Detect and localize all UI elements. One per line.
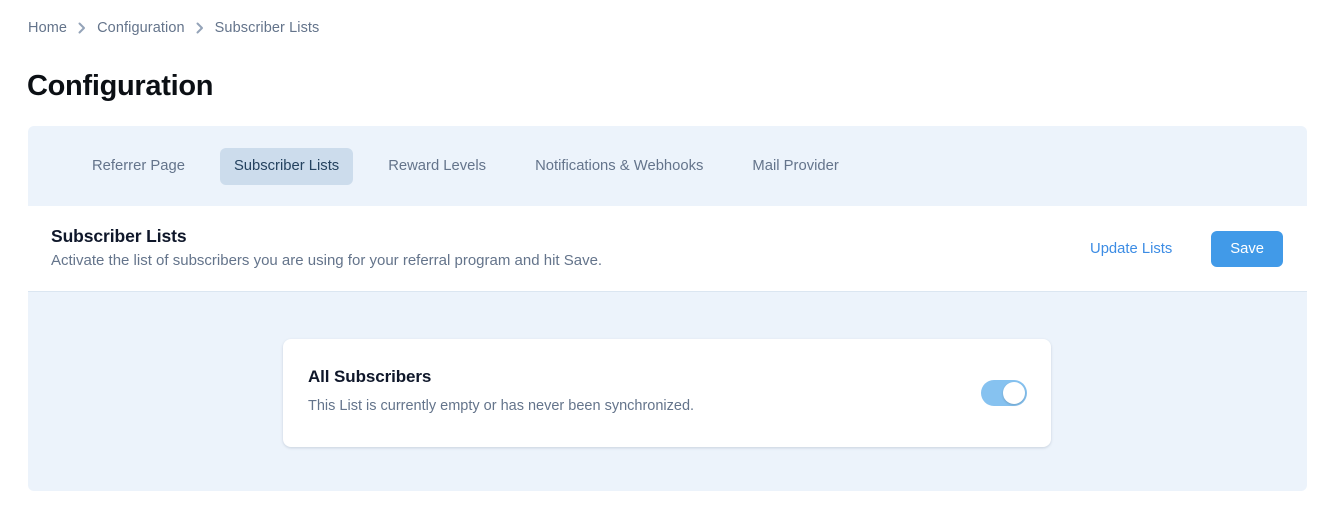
chevron-right-icon bbox=[78, 22, 86, 34]
breadcrumb: Home Configuration Subscriber Lists bbox=[28, 20, 319, 36]
list-item: All Subscribers This List is currently e… bbox=[283, 339, 1051, 447]
list-status-text: This List is currently empty or has neve… bbox=[308, 398, 695, 414]
tab-mail-provider[interactable]: Mail Provider bbox=[738, 148, 852, 185]
tab-reward-levels[interactable]: Reward Levels bbox=[374, 148, 500, 185]
list-activation-toggle[interactable] bbox=[981, 380, 1027, 406]
breadcrumb-item-configuration[interactable]: Configuration bbox=[97, 20, 185, 36]
section-actions: Update Lists Save bbox=[1090, 206, 1283, 292]
tab-bar: Referrer Page Subscriber Lists Reward Le… bbox=[28, 126, 1307, 206]
update-lists-link[interactable]: Update Lists bbox=[1090, 241, 1172, 257]
configuration-page: Home Configuration Subscriber Lists Conf… bbox=[0, 0, 1335, 516]
page-title: Configuration bbox=[27, 70, 214, 103]
subscriber-lists-content: All Subscribers This List is currently e… bbox=[28, 292, 1307, 491]
breadcrumb-item-subscriber-lists[interactable]: Subscriber Lists bbox=[215, 20, 320, 36]
toggle-knob bbox=[1003, 382, 1025, 404]
section-header: Subscriber Lists Activate the list of su… bbox=[28, 206, 1307, 292]
list-card-text: All Subscribers This List is currently e… bbox=[308, 365, 694, 417]
configuration-panel: Referrer Page Subscriber Lists Reward Le… bbox=[28, 126, 1307, 491]
breadcrumb-item-home[interactable]: Home bbox=[28, 20, 67, 36]
section-title: Subscriber Lists bbox=[51, 226, 187, 246]
tab-notifications-webhooks[interactable]: Notifications & Webhooks bbox=[521, 148, 717, 185]
tab-subscriber-lists[interactable]: Subscriber Lists bbox=[219, 147, 354, 185]
section-header-text: Subscriber Lists Activate the list of su… bbox=[51, 224, 602, 272]
chevron-right-icon bbox=[196, 22, 204, 34]
section-description: Activate the list of subscribers you are… bbox=[51, 252, 603, 269]
tab-referrer-page[interactable]: Referrer Page bbox=[78, 148, 199, 185]
list-name: All Subscribers bbox=[308, 367, 432, 386]
save-button[interactable]: Save bbox=[1211, 231, 1283, 267]
